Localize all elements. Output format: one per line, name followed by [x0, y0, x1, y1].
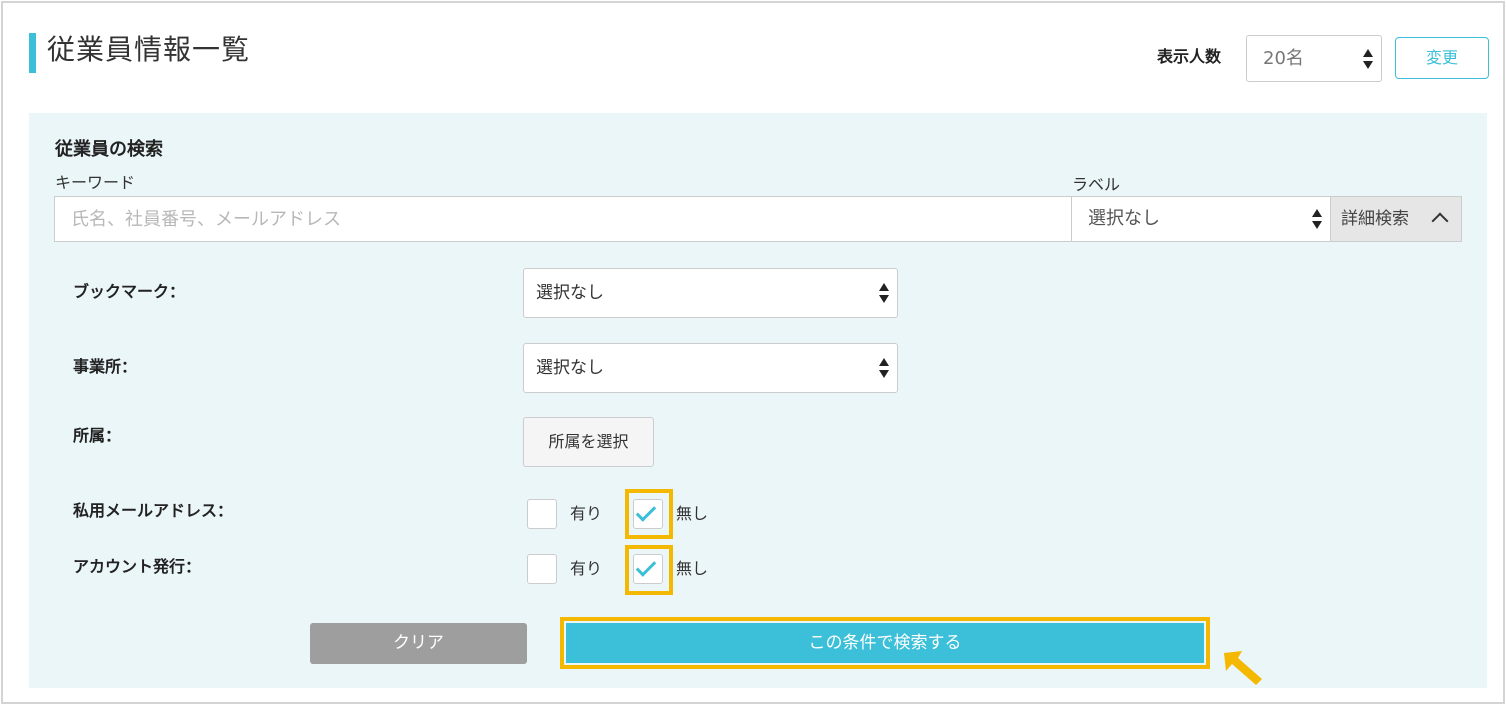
private-email-no-label: 無し	[676, 504, 709, 523]
bookmark-label: ブックマーク：	[73, 282, 186, 301]
account-issue-label: アカウント発行：	[73, 557, 202, 576]
updown-arrows-icon	[879, 357, 889, 379]
advanced-search-label: 詳細検索	[1341, 209, 1409, 229]
search-submit-button[interactable]: この条件で検索する	[566, 623, 1204, 663]
keyword-label: キーワード	[55, 173, 136, 192]
department-label: 所属：	[73, 426, 122, 445]
private-email-no-checkbox[interactable]	[633, 499, 663, 529]
updown-arrows-icon	[1312, 208, 1322, 230]
arrow-pointer-icon	[1224, 651, 1262, 685]
account-issue-yes-label: 有り	[570, 559, 603, 578]
account-issue-no-checkbox[interactable]	[633, 554, 663, 584]
updown-arrows-icon	[1363, 48, 1373, 70]
label-select[interactable]: 選択なし	[1071, 196, 1331, 242]
display-count-select[interactable]: 20名	[1246, 35, 1382, 82]
display-count-label: 表示人数	[1157, 47, 1222, 66]
updown-arrows-icon	[879, 282, 889, 304]
bookmark-select-value: 選択なし	[536, 283, 604, 303]
office-select-value: 選択なし	[536, 358, 604, 378]
label-filter-label: ラベル	[1072, 175, 1121, 194]
select-department-button[interactable]: 所属を選択	[523, 417, 654, 467]
private-email-yes-label: 有り	[570, 504, 603, 523]
private-email-yes-checkbox[interactable]	[527, 499, 557, 529]
display-count-value: 20名	[1263, 48, 1304, 69]
page-title: 従業員情報一覧	[47, 33, 251, 66]
account-issue-yes-checkbox[interactable]	[527, 554, 557, 584]
check-icon	[635, 556, 657, 577]
clear-button[interactable]: クリア	[310, 623, 527, 664]
title-accent-bar	[29, 33, 36, 73]
bookmark-select[interactable]: 選択なし	[523, 268, 898, 318]
office-select[interactable]: 選択なし	[523, 343, 898, 393]
search-heading: 従業員の検索	[55, 139, 163, 160]
office-label: 事業所：	[73, 357, 138, 376]
private-email-label: 私用メールアドレス：	[73, 501, 234, 520]
label-select-value: 選択なし	[1088, 208, 1160, 229]
account-issue-no-label: 無し	[676, 559, 709, 578]
check-icon	[635, 501, 657, 522]
advanced-search-button[interactable]: 詳細検索	[1330, 196, 1462, 242]
change-button[interactable]: 変更	[1395, 37, 1489, 79]
chevron-up-icon	[1431, 212, 1449, 230]
keyword-search-input[interactable]	[54, 196, 1072, 242]
